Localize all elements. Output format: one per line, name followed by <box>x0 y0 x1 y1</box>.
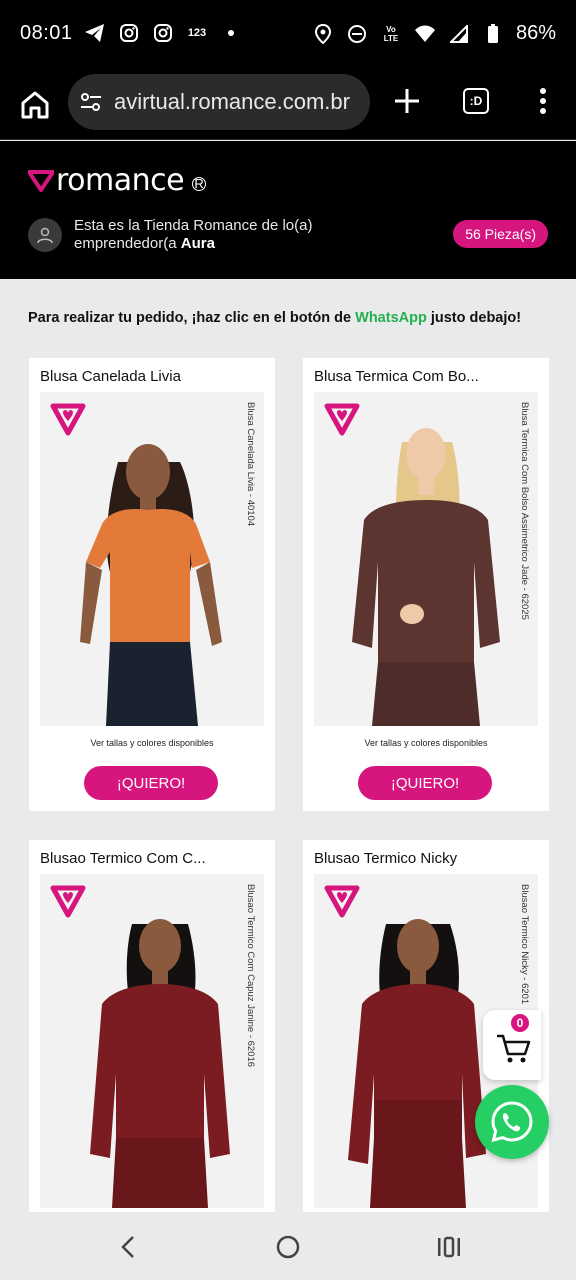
instruction-text: Para realizar tu pedido, ¡haz clic en el… <box>28 310 356 326</box>
new-tab-icon[interactable] <box>392 86 422 116</box>
cart-icon <box>497 1034 531 1063</box>
volte-icon: Vo LTE <box>383 24 399 43</box>
product-sku-label: Blusao Termico Nicky - 6201 <box>519 884 530 1005</box>
seller-info: Esta es la Tienda Romance de lo(a) empre… <box>28 217 344 253</box>
product-sku-label: Blusa Canelada Livia - 40104 <box>245 402 256 527</box>
product-sku-label: Blusa Termica Com Bolso Assimetrico Jade… <box>519 402 530 620</box>
dot-icon <box>220 22 242 44</box>
status-left-icons: 123 <box>84 22 242 44</box>
store-header: romance R Esta es la Tienda Romance de l… <box>0 141 576 279</box>
whatsapp-icon <box>491 1101 533 1143</box>
instagram-icon <box>152 22 174 44</box>
romance-heart-icon <box>28 169 54 192</box>
more-options-icon[interactable] <box>533 86 553 116</box>
product-card[interactable]: Blusao Termico Com C... Blusao Termico C… <box>29 840 275 1212</box>
model-figure <box>90 919 230 1208</box>
location-icon <box>312 23 334 45</box>
romance-logo[interactable]: romance R <box>28 163 207 198</box>
romance-heart-icon <box>50 885 86 918</box>
model-figure <box>352 428 500 726</box>
product-card[interactable]: Blusa Termica Com Bo... Blusa Termica Co… <box>303 358 549 811</box>
home-icon[interactable] <box>18 88 52 122</box>
seller-text: Esta es la Tienda Romance de lo(a) empre… <box>74 217 344 253</box>
wifi-icon <box>414 23 436 45</box>
quiero-button[interactable]: ¡QUIERO! <box>358 766 492 800</box>
system-nav-bar <box>0 1212 576 1280</box>
status-time: 08:01 <box>20 22 73 44</box>
status-bar: 08:01 123 Vo LTE 86% <box>0 0 576 70</box>
pieces-badge[interactable]: 56 Pieza(s) <box>453 220 548 248</box>
dnd-icon <box>346 23 368 45</box>
home-nav-icon[interactable] <box>273 1232 303 1262</box>
product-image[interactable]: Blusa Canelada Livia - 40104 <box>40 392 264 726</box>
telegram-icon <box>84 22 106 44</box>
romance-heart-icon <box>50 403 86 436</box>
product-sku-label: Blusao Termico Com Capuz Janine - 62016 <box>245 884 256 1068</box>
cart-count-badge: 0 <box>511 1014 529 1032</box>
whatsapp-button[interactable] <box>475 1085 549 1159</box>
romance-heart-icon <box>324 885 360 918</box>
product-title[interactable]: Blusao Termico Nicky <box>314 850 457 867</box>
battery-icon <box>482 23 504 45</box>
product-title[interactable]: Blusa Termica Com Bo... <box>314 368 479 385</box>
status-right-icons: Vo LTE 86% <box>312 22 556 45</box>
address-bar[interactable]: avirtual.romance.com.br <box>68 74 370 130</box>
seller-name: Aura <box>180 235 215 252</box>
user-icon <box>28 218 62 252</box>
registered-mark: R <box>192 176 207 191</box>
url-text: avirtual.romance.com.br <box>114 89 350 114</box>
sizes-link[interactable]: Ver tallas y colores disponibles <box>303 738 549 748</box>
battery-percentage: 86% <box>515 22 556 44</box>
site-settings-icon[interactable] <box>78 89 104 115</box>
romance-heart-icon <box>324 403 360 436</box>
cart-button[interactable]: 0 <box>483 1010 541 1080</box>
product-title[interactable]: Blusao Termico Com C... <box>40 850 206 867</box>
recents-icon[interactable] <box>434 1232 464 1262</box>
instruction-text-end: justo debajo! <box>426 310 522 326</box>
data-counter-icon: 123 <box>187 27 207 39</box>
order-instruction: Para realizar tu pedido, ¡haz clic en el… <box>28 310 548 326</box>
sizes-link[interactable]: Ver tallas y colores disponibles <box>29 738 275 748</box>
whatsapp-word: WhatsApp <box>355 310 427 326</box>
back-icon[interactable] <box>114 1232 144 1262</box>
quiero-button[interactable]: ¡QUIERO! <box>84 766 218 800</box>
tab-switcher-button[interactable]: :D <box>463 88 489 114</box>
signal-icon <box>448 23 470 45</box>
model-figure <box>80 444 222 726</box>
instagram-icon <box>118 22 140 44</box>
browser-toolbar: avirtual.romance.com.br :D <box>0 70 576 140</box>
product-card[interactable]: Blusa Canelada Livia Blusa Canelada Livi… <box>29 358 275 811</box>
product-title[interactable]: Blusa Canelada Livia <box>40 368 181 385</box>
product-image[interactable]: Blusa Termica Com Bolso Assimetrico Jade… <box>314 392 538 726</box>
logo-text: romance <box>56 163 185 198</box>
product-image[interactable]: Blusao Termico Com Capuz Janine - 62016 <box>40 874 264 1208</box>
